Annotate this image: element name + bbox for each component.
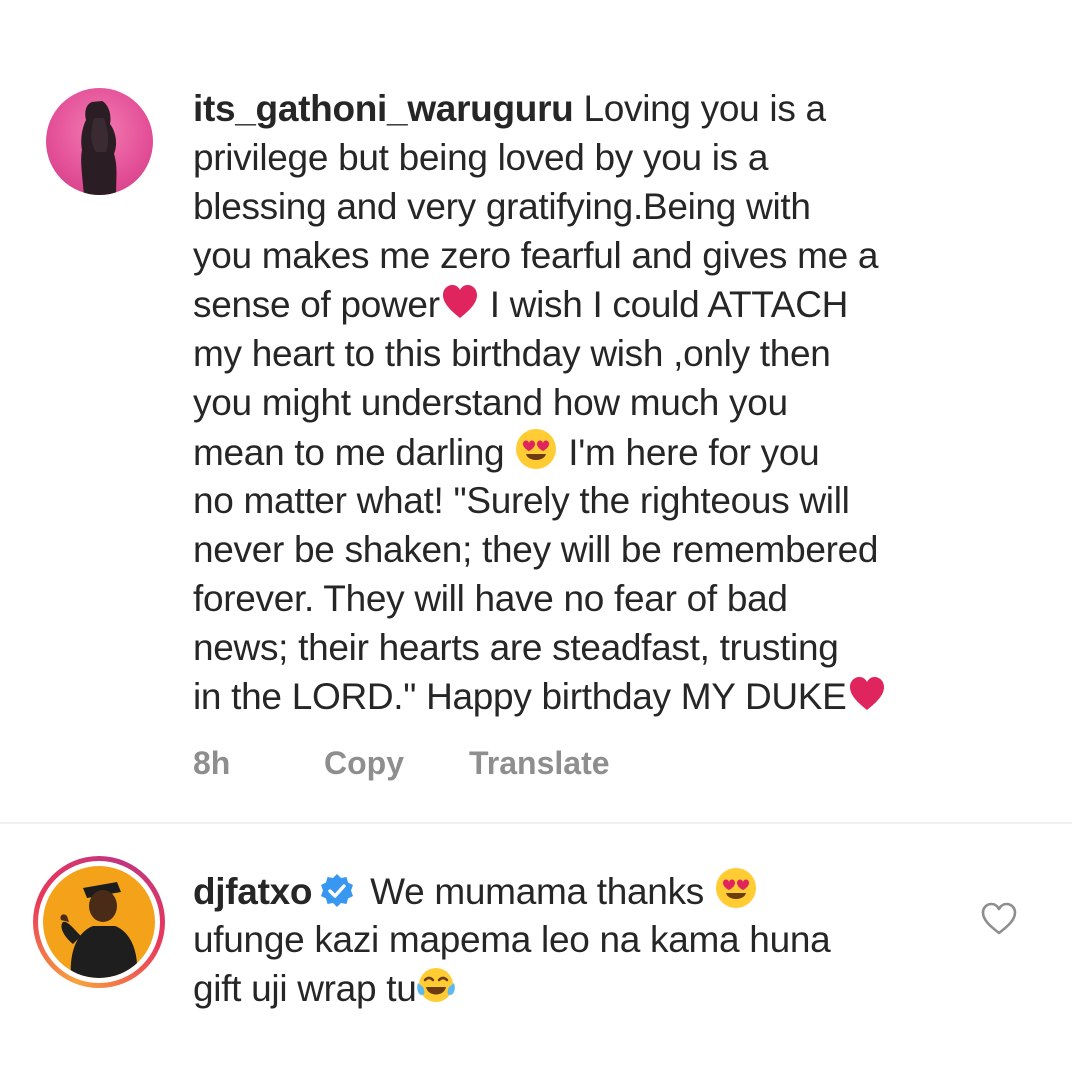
- avatar-image: [60, 882, 138, 978]
- smiling-face-heart-eyes-emoji: [514, 427, 558, 471]
- comment-line: no matter what! "Surely the righteous wi…: [193, 480, 850, 521]
- copy-button[interactable]: Copy: [324, 745, 469, 782]
- comment-text: its_gathoni_waruguru Loving you is a pri…: [193, 84, 887, 721]
- comment-line: you makes me zero fearful and gives me a: [193, 235, 879, 276]
- smiling-face-heart-eyes-emoji: [714, 866, 758, 910]
- avatar[interactable]: [46, 88, 153, 195]
- comment-line: ufunge kazi mapema leo na kama huna: [193, 919, 831, 960]
- comment-actions: 8h Copy Translate: [193, 745, 610, 782]
- translate-button[interactable]: Translate: [469, 745, 610, 782]
- comment-line: my heart to this birthday wish ,only the…: [193, 333, 831, 374]
- comment-line: in the LORD." Happy birthday MY DUKE: [193, 672, 887, 721]
- comment-timestamp: 8h: [193, 745, 231, 781]
- avatar-image: [81, 101, 117, 195]
- comment-line: its_gathoni_waruguru Loving you is a: [193, 88, 826, 129]
- red-heart-emoji: [440, 282, 480, 322]
- heart-outline-icon[interactable]: [980, 901, 1018, 937]
- comment-line: mean to me darling I'm here for you: [193, 427, 887, 476]
- comment-line: gift uji wrap tu: [193, 964, 830, 1013]
- avatar[interactable]: [43, 866, 155, 978]
- comment-line: news; their hearts are steadfast, trusti…: [193, 627, 839, 668]
- red-heart-emoji: [847, 674, 887, 714]
- face-tears-of-joy-emoji: [416, 965, 456, 1005]
- comment-username[interactable]: djfatxo: [193, 871, 312, 912]
- comment-text: djfatxo We mumama thanks ufunge kazi map…: [193, 866, 831, 1013]
- comment-line: privilege but being loved by you is a: [193, 137, 769, 178]
- comment-line: you might understand how much you: [193, 382, 788, 423]
- comment-username[interactable]: its_gathoni_waruguru: [193, 88, 574, 129]
- comment-line: forever. They will have no fear of bad: [193, 578, 788, 619]
- comment-line: blessing and very gratifying.Being with: [193, 186, 811, 227]
- comment-item: its_gathoni_waruguru Loving you is a pri…: [0, 0, 1072, 822]
- comment-line: sense of power I wish I could ATTACH: [193, 282, 849, 325]
- comment-line: never be shaken; they will be remembered: [193, 529, 879, 570]
- comment-line: djfatxo We mumama thanks: [193, 866, 830, 915]
- divider: [0, 822, 1072, 824]
- verified-badge-icon: [318, 872, 356, 910]
